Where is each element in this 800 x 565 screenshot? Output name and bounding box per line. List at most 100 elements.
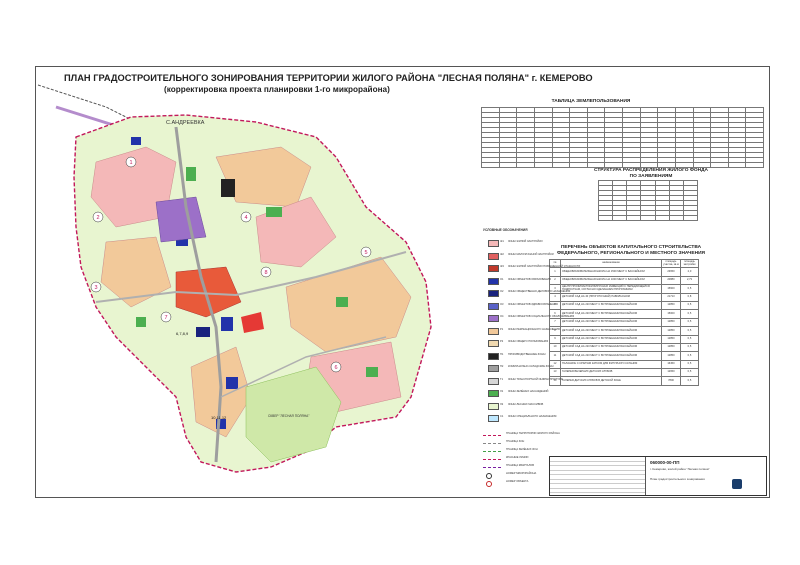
objects-cell-a: 12850 <box>661 351 681 361</box>
marker-8: 8 <box>264 270 267 276</box>
legend-label: ЗОНЫ СПЕЦИАЛЬНОГО НАЗНАЧЕНИЯ <box>508 415 557 418</box>
legend-label: ЗОНЫ ОБЪЕКТОВ ОБРАЗОВАНИЯ <box>508 277 551 281</box>
objects-cell-no: 9 <box>549 334 561 344</box>
land-use-cell <box>727 162 747 168</box>
legend-swatch <box>488 277 499 285</box>
legend-line-label: ГРАНИЦА ТЕРРИТОРИИ ЖИЛОГО РАЙОНА <box>506 432 560 435</box>
objects-cell-no: 13 <box>549 368 561 378</box>
legend-code: П2 <box>500 365 504 368</box>
objects-row: 2 ОБЩЕОБРАЗОВАТЕЛЬНАЯ ШКОЛА НА 1000 МЕСТ … <box>549 275 700 286</box>
legend-label: ЗОНЫ ТРАНСПОРТНОЙ ИНФРАСТРУКТУРЫ <box>508 377 564 381</box>
legend-swatch <box>488 265 499 272</box>
land-use-cell <box>745 162 764 168</box>
land-use-cell <box>586 162 606 168</box>
objects-row: 10 ДЕТСКИЙ САД НА 220 МЕСТ С ВСТРОЕННЫМ Б… <box>549 342 700 353</box>
legend-swatch <box>488 290 499 297</box>
marker-7: 7 <box>164 315 167 321</box>
legend-code: Ж2 <box>500 252 504 256</box>
objects-cell-a: 23650 <box>661 267 681 277</box>
objects-cell-b: 0,5 <box>679 300 700 311</box>
land-use-cell <box>692 162 712 168</box>
legend-swatch <box>488 377 499 385</box>
zoning-map: 1 2 3 4 5 6 7 8 С.АНДРЕЕВКА СКВЕР "ЛЕСНА… <box>37 84 432 473</box>
housing-cell <box>668 215 684 221</box>
title-block: 060000-00-ПП г. Кемерово, жилой район "Л… <box>549 456 767 496</box>
housing-cell <box>597 215 614 221</box>
objects-cell-name: ОБЩЕОБРАЗОВАТЕЛЬНАЯ ШКОЛА НА 1000 МЕСТ С… <box>560 275 662 286</box>
legend-line-sample <box>483 451 501 452</box>
objects-label-a: 6,7,8,9 <box>176 331 189 336</box>
legend-swatch <box>488 352 499 360</box>
legend-swatch <box>488 302 499 310</box>
objects-cell-no: 11 <box>549 351 561 361</box>
zone-green-3 <box>336 297 348 307</box>
objects-row: 4 ДЕТСКИЙ САД НА 40 (ПРОГУЛОЧНЫЙ) ПАВИЛЬО… <box>549 292 700 302</box>
objects-row: 14 ГАЛЕРЕЯ ДЕТСКИХ КЛУБОВ В ДЕТСКОЙ ЗОНЕ 7… <box>549 376 700 386</box>
land-use-cell <box>498 162 518 168</box>
legend-line-label: КРАСНЫЕ ЛИНИИ <box>506 456 529 459</box>
housing-table <box>597 180 699 221</box>
legend-code: Т1 <box>500 377 504 381</box>
objects-row: 8 ДЕТСКИЙ САД НА 220 МЕСТ С ВСТРОЕННЫМ БА… <box>549 326 700 336</box>
land-use-table <box>481 107 764 168</box>
zone-school-1 <box>131 137 141 145</box>
legend-line-label: НОМЕР ОБЪЕКТА <box>506 480 529 483</box>
zone-green-2 <box>186 167 196 181</box>
objects-cell-a: 16450 <box>661 359 681 370</box>
land-use-cell <box>639 162 659 168</box>
objects-cell-a: 7800 <box>661 376 681 386</box>
objects-cell-b: 2,73 <box>679 275 700 286</box>
legend-label: ЗОНЫ ЛЕСНЫХ МАССИВОВ <box>508 402 544 406</box>
legend-label: ЗОНЫ ОБЩЕСТВЕННО-ДЕЛОВОГО НАЗНАЧЕНИЯ <box>508 290 571 293</box>
objects-cell-name: ОБЩЕОБРАЗОВАТЕЛЬНАЯ ШКОЛА НА 1500 МЕСТ С… <box>560 267 662 277</box>
land-use-row <box>481 162 764 168</box>
legend-line-label: ГРАНИЦА ЗОН <box>506 440 525 443</box>
legend-line-label: ГРАНИЦА ЗЕЛЁНЫХ ЗОН <box>506 448 538 451</box>
legend-label: ЗОНЫ ЗЕЛЁНЫХ НАСАЖДЕНИЙ <box>508 390 549 393</box>
zone-school-4 <box>221 317 233 331</box>
objects-cell-name: ДЕТСКИЙ САД НА 220 МЕСТ С ВСТРОЕННЫМ БАС… <box>560 300 662 311</box>
land-use-cell <box>516 162 535 168</box>
objects-cell-b: 2,0 <box>679 267 700 277</box>
title-block-sheet: План градостроительного зонирования <box>650 477 705 481</box>
objects-cell-a: 12850 <box>661 326 681 336</box>
legend-swatch <box>488 252 499 260</box>
housing-cell <box>654 215 670 221</box>
title-block-grid <box>550 457 646 495</box>
legend-code: Ж1 <box>500 240 504 243</box>
housing-cell <box>626 215 642 221</box>
objects-cell-b: 0,5 <box>679 284 700 294</box>
legend-swatch <box>488 402 499 410</box>
objects-row: 11 ДЕТСКИЙ САД НА 220 МЕСТ С ВСТРОЕННЫМ Б… <box>549 351 700 361</box>
objects-row: 3 ЦЕНТР ПРОФИЛАКТИКИ ВИРУСНЫХ ИНФЕКЦИЙ С … <box>549 284 700 294</box>
objects-cell-name: ДЕТСКИЙ САД НА 220 МЕСТ С ВСТРОЕННЫМ БАС… <box>560 334 662 344</box>
legend-swatch <box>488 365 499 372</box>
legend-label: ЗОНЫ ЖИЛОЙ ЗАСТРОЙКИ <box>508 240 543 243</box>
title-block-subtitle: г. Кемерово, жилой район "Лесная поляна" <box>650 467 710 471</box>
legend-code: О2 <box>500 290 504 293</box>
objects-cell-b: 0,5 <box>679 309 700 319</box>
objects-cell-no: 7 <box>549 317 561 328</box>
legend-swatch <box>488 240 499 247</box>
land-use-cell <box>710 162 729 168</box>
housing-cell <box>682 215 699 221</box>
objects-cell-name: ГАЛЕРЕЯ ВЕЧЕРНИХ ДЕТСКИХ КЛУБОВ <box>560 368 662 378</box>
legend-title: УСЛОВНЫЕ ОБОЗНАЧЕНИЯ <box>483 228 528 232</box>
objects-cell-no: 1 <box>549 267 561 277</box>
objects-cell-b: 0,5 <box>679 351 700 361</box>
objects-cell-b: 0,5 <box>679 334 700 344</box>
objects-cell-name: ДЕТСКИЙ САД НА 220 МЕСТ С ВСТРОЕННЫМ БАС… <box>560 317 662 328</box>
legend-label: ЗОНЫ РЕКРЕАЦИОННОГО НАЗНАЧЕНИЯ <box>508 327 560 331</box>
legend-swatch <box>488 390 499 397</box>
objects-cell-a: 12850 <box>661 317 681 328</box>
zone-industrial <box>221 179 235 197</box>
legend-code: Л1 <box>500 390 504 393</box>
organization-logo <box>732 479 742 489</box>
zone-green-1 <box>266 207 282 217</box>
marker-4: 4 <box>244 215 247 221</box>
objects-cell-b: 0,5 <box>679 317 700 328</box>
marker-3: 3 <box>94 285 97 291</box>
legend-label: ЗОНЫ ЖИЛОЙ ЗАСТРОЙКИ ПОВЫШЕННОЙ ЭТАЖНОСТ… <box>508 265 581 268</box>
road-label: С.АНДРЕЕВКА <box>166 120 205 126</box>
legend-label: ЗОНЫ ОБЪЕКТОВ СОЦИАЛЬНОГО ОБСЛУЖИВАНИЯ <box>508 315 575 318</box>
